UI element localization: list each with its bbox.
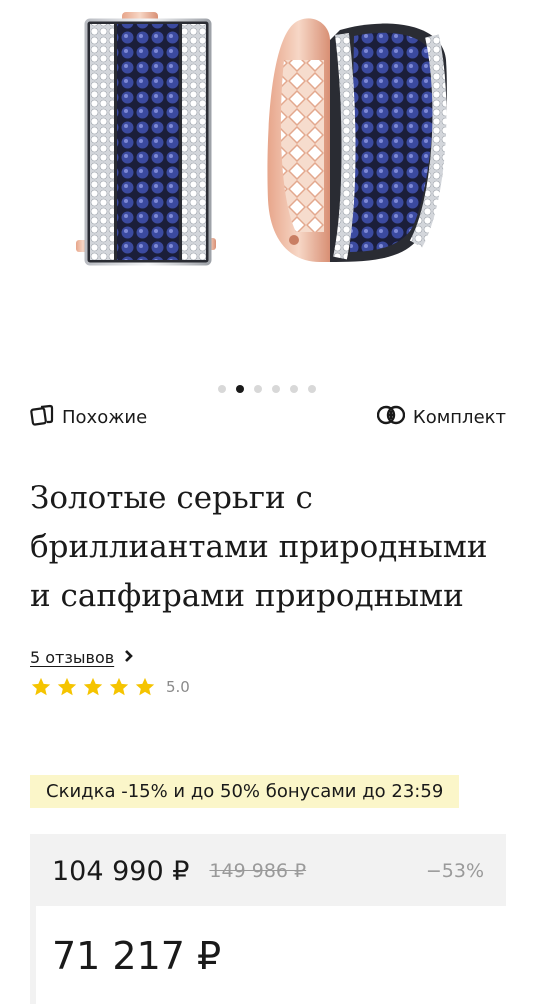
gallery-dot[interactable] — [218, 385, 226, 393]
set-plus-icon — [376, 404, 406, 431]
final-price-panel: 71 217 ₽ — [36, 906, 506, 1004]
price-box: 104 990 ₽ 149 986 ₽ −53% 71 217 ₽ — [30, 834, 506, 1004]
product-image — [76, 12, 447, 266]
promo-badge: Скидка -15% и до 50% бонусами до 23:59 — [30, 775, 460, 808]
gallery-dot[interactable] — [308, 385, 316, 393]
product-title: Золотые серьги с бриллиантами природными… — [30, 480, 488, 614]
star-icon — [83, 677, 103, 696]
star-icon — [57, 677, 77, 696]
gallery-pagination[interactable] — [0, 385, 534, 393]
final-price: 71 217 ₽ — [52, 934, 222, 978]
original-price: 149 986 ₽ — [209, 860, 307, 882]
price-row: 104 990 ₽ 149 986 ₽ −53% — [30, 834, 506, 908]
set-button[interactable]: Комплект — [376, 404, 506, 431]
star-icon — [135, 677, 155, 696]
rating-stars: 5.0 — [30, 676, 190, 698]
chevron-right-icon — [124, 648, 134, 667]
star-icon — [31, 677, 51, 696]
rating-value: 5.0 — [166, 678, 190, 696]
product-gallery[interactable] — [0, 0, 534, 380]
star-icon — [109, 677, 129, 696]
gallery-dot[interactable] — [290, 385, 298, 393]
discount-percent: −53% — [425, 860, 484, 882]
reviews-link-row[interactable]: 5 отзывов — [30, 648, 134, 667]
set-label: Комплект — [412, 407, 506, 428]
gallery-dot[interactable] — [254, 385, 262, 393]
product-actions: Похожие Комплект — [30, 404, 506, 431]
reviews-link[interactable]: 5 отзывов — [30, 648, 114, 667]
similar-label: Похожие — [62, 407, 148, 428]
gallery-dot-active[interactable] — [236, 385, 244, 393]
similar-button[interactable]: Похожие — [30, 404, 147, 431]
gallery-dot[interactable] — [272, 385, 280, 393]
cards-icon — [30, 404, 54, 431]
current-price: 104 990 ₽ — [52, 855, 190, 887]
